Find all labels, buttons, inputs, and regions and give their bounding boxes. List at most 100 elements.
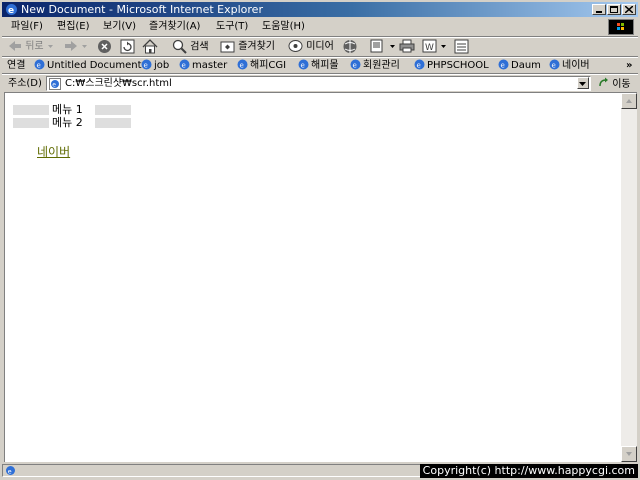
- ie-page-icon: e: [237, 59, 248, 70]
- svg-text:e: e: [240, 62, 244, 70]
- ie-page-icon: e: [350, 59, 361, 70]
- address-bar: 주소(D) e C:₩스크린샷₩scr.html 이동: [2, 73, 638, 92]
- menu-help[interactable]: 도움말(H): [262, 20, 305, 33]
- media-icon: [288, 40, 303, 52]
- discuss-icon: [454, 39, 469, 54]
- copyright-text: Copyright(c) http://www.happycgi.com: [419, 464, 638, 478]
- maximize-icon: [610, 6, 618, 13]
- arrow-down-icon: [626, 452, 632, 456]
- forward-arrow-icon: [65, 41, 77, 51]
- window-title: New Document - Microsoft Internet Explor…: [21, 3, 263, 16]
- dotted-pattern-right: [95, 105, 131, 115]
- chevron-down-icon: [441, 44, 447, 48]
- media-label: 미디어: [306, 41, 334, 52]
- links-more-button[interactable]: »: [626, 59, 632, 72]
- link-master[interactable]: e master: [179, 59, 227, 72]
- scroll-down-button[interactable]: [621, 446, 637, 462]
- ie-page-icon: e: [298, 59, 309, 70]
- svg-text:e: e: [8, 6, 14, 16]
- maximize-button[interactable]: [607, 4, 621, 15]
- forward-button[interactable]: [64, 39, 88, 55]
- minimize-button[interactable]: [592, 4, 606, 15]
- link-member-admin[interactable]: e 회원관리: [350, 59, 400, 72]
- vertical-scrollbar[interactable]: [621, 92, 637, 462]
- links-bar: 연결 e Untitled Document e job e master e 해피CG…: [2, 56, 638, 74]
- svg-text:e: e: [182, 62, 186, 70]
- links-label: 연결: [7, 60, 26, 71]
- chevron-down-icon: [82, 44, 88, 48]
- menu-tools[interactable]: 도구(T): [216, 20, 248, 33]
- menu-file[interactable]: 파일(F): [11, 20, 43, 33]
- naver-link[interactable]: 네이버: [37, 145, 70, 159]
- address-dropdown-button[interactable]: [577, 77, 589, 89]
- menu-edit[interactable]: 편집(E): [57, 20, 90, 33]
- ie-page-icon: e: [179, 59, 190, 70]
- go-button[interactable]: 이동: [598, 77, 631, 91]
- history-button[interactable]: [342, 39, 358, 55]
- favorites-folder-icon: [220, 41, 235, 53]
- chevron-down-icon: [47, 44, 53, 48]
- history-icon: [343, 40, 357, 53]
- stop-button[interactable]: [97, 39, 112, 55]
- svg-text:e: e: [144, 62, 148, 70]
- dotted-pattern-left: [13, 105, 49, 115]
- svg-text:e: e: [552, 62, 556, 70]
- print-button[interactable]: [399, 39, 415, 55]
- print-icon: [399, 39, 415, 53]
- mail-button[interactable]: [370, 39, 396, 55]
- go-label: 이동: [612, 79, 631, 90]
- ie-page-icon: e: [49, 78, 61, 90]
- refresh-button[interactable]: [120, 39, 135, 55]
- link-untitled-document[interactable]: e Untitled Document: [34, 59, 142, 72]
- minimize-icon: [596, 11, 602, 13]
- svg-text:e: e: [52, 82, 56, 89]
- dotted-pattern-left: [13, 118, 49, 128]
- search-button[interactable]: 검색: [172, 39, 209, 55]
- link-daum[interactable]: e Daum: [498, 59, 541, 72]
- windows-logo-icon: [608, 19, 634, 35]
- svg-text:e: e: [301, 62, 305, 70]
- go-arrow-icon: [599, 77, 608, 87]
- address-label: 주소(D): [8, 78, 42, 89]
- discuss-button[interactable]: [454, 39, 469, 55]
- svg-text:e: e: [501, 62, 505, 70]
- address-input[interactable]: e C:₩스크린샷₩scr.html: [46, 76, 591, 91]
- standard-toolbar: 뒤로 검색 즐겨찾기 미디어 W: [2, 37, 638, 56]
- link-happymall[interactable]: e 해피몰: [298, 59, 339, 72]
- address-url: C:₩스크린샷₩scr.html: [65, 78, 172, 89]
- menu-item-1[interactable]: 메뉴 1: [13, 104, 131, 116]
- mail-icon: [370, 39, 383, 53]
- favorites-button[interactable]: 즐겨찾기: [220, 39, 275, 55]
- dotted-pattern-right: [95, 118, 131, 128]
- edit-button[interactable]: W: [422, 39, 447, 55]
- link-naver[interactable]: e 네이버: [549, 59, 590, 72]
- ie-page-icon: e: [549, 59, 560, 70]
- scroll-up-button[interactable]: [621, 93, 637, 109]
- menu-favorites[interactable]: 즐겨찾기(A): [149, 20, 200, 33]
- stop-icon: [98, 40, 111, 53]
- link-happycgi[interactable]: e 해피CGI: [237, 59, 286, 72]
- status-bar: e Copyright(c) http://www.happycgi.com: [2, 462, 638, 478]
- menu-bar: 파일(F) 편집(E) 보기(V) 즐겨찾기(A) 도구(T) 도움말(H): [2, 18, 638, 37]
- link-job[interactable]: e job: [141, 59, 169, 72]
- search-label: 검색: [190, 41, 209, 53]
- svg-text:e: e: [8, 467, 12, 475]
- favorites-label: 즐겨찾기: [238, 41, 275, 52]
- menu-view[interactable]: 보기(V): [103, 20, 136, 33]
- link-phpschool[interactable]: e PHPSCHOOL: [414, 59, 489, 72]
- close-button[interactable]: [622, 4, 636, 15]
- close-icon: [625, 6, 633, 13]
- svg-text:W: W: [425, 43, 434, 53]
- menu-item-2[interactable]: 메뉴 2: [13, 117, 131, 129]
- refresh-icon: [120, 39, 135, 54]
- page-status-icon: e: [6, 466, 15, 475]
- home-button[interactable]: [142, 39, 158, 55]
- back-button[interactable]: 뒤로: [8, 39, 54, 55]
- title-bar[interactable]: e New Document - Microsoft Internet Expl…: [2, 2, 638, 17]
- ie-logo-icon: e: [6, 4, 17, 16]
- media-button[interactable]: 미디어: [288, 39, 334, 55]
- back-label: 뒤로: [25, 41, 44, 52]
- back-arrow-icon: [9, 41, 21, 51]
- word-edit-icon: W: [422, 39, 437, 53]
- chevron-down-icon: [579, 82, 586, 86]
